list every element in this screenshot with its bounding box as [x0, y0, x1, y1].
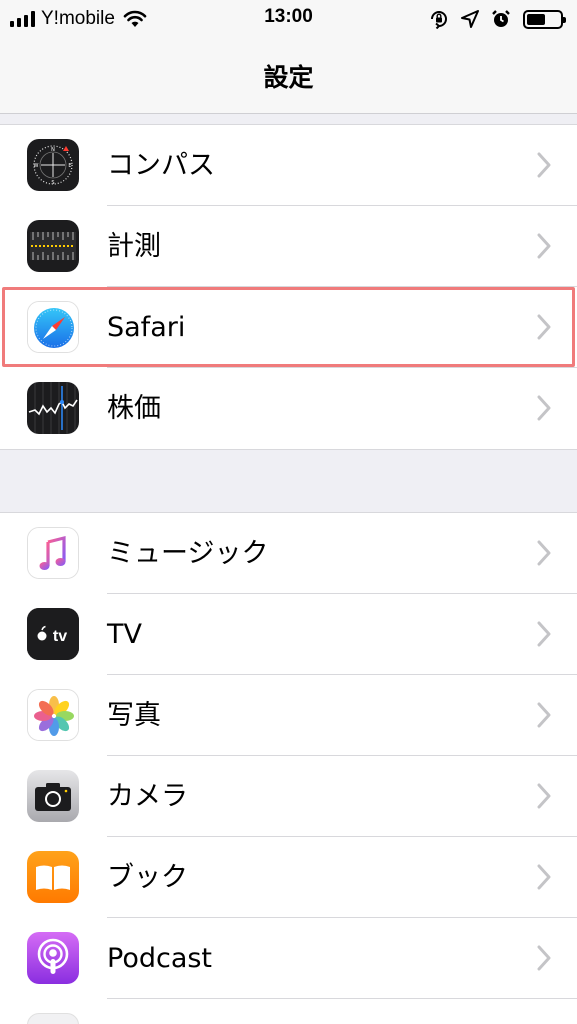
- svg-text:S: S: [51, 180, 54, 186]
- svg-text:E: E: [68, 163, 71, 169]
- settings-row-safari[interactable]: Safari: [0, 287, 577, 368]
- chevron-right-icon: [537, 395, 551, 421]
- settings-group-apps-2: ミュージック tv TV 写真 カメラ ブック Podcast: [0, 512, 577, 1024]
- settings-row-tv[interactable]: tv TV: [0, 594, 577, 675]
- settings-row-photos[interactable]: 写真: [0, 675, 577, 756]
- battery-icon: [523, 9, 566, 29]
- status-right: [429, 8, 566, 30]
- settings-row-label: Safari: [107, 312, 186, 343]
- settings-row-stocks[interactable]: 株価: [0, 368, 577, 449]
- settings-row-measure[interactable]: 計測: [0, 206, 577, 287]
- chevron-right-icon: [537, 702, 551, 728]
- settings-row-label: ブック: [107, 862, 188, 893]
- stocks-icon: [27, 382, 79, 434]
- camera-icon: [27, 770, 79, 822]
- settings-row-label: 計測: [107, 231, 161, 262]
- alarm-icon: [492, 10, 510, 27]
- chevron-right-icon: [537, 864, 551, 890]
- tv-icon-text: tv: [53, 628, 67, 645]
- navigation-bar: 設定: [0, 38, 577, 114]
- orientation-lock-icon: [431, 11, 447, 29]
- page-title: 設定: [263, 63, 314, 92]
- battery-level: [527, 13, 545, 25]
- chevron-right-icon: [537, 152, 551, 178]
- tv-icon: tv: [27, 608, 79, 660]
- safari-icon: [27, 301, 79, 353]
- settings-row-partial[interactable]: [0, 999, 577, 1024]
- compass-icon: N S W E: [27, 139, 79, 191]
- books-icon: [27, 851, 79, 903]
- chevron-right-icon: [537, 783, 551, 809]
- settings-row-music[interactable]: ミュージック: [0, 513, 577, 594]
- settings-row-label: カメラ: [107, 781, 188, 812]
- chevron-right-icon: [537, 540, 551, 566]
- settings-row-label: Podcast: [107, 943, 213, 974]
- chevron-right-icon: [537, 945, 551, 971]
- chevron-right-icon: [537, 314, 551, 340]
- settings-row-podcast[interactable]: Podcast: [0, 918, 577, 999]
- photos-icon: [27, 689, 79, 741]
- settings-row-books[interactable]: ブック: [0, 837, 577, 918]
- measure-icon: [27, 220, 79, 272]
- app-icon-partial: [27, 1013, 79, 1024]
- chevron-right-icon: [537, 621, 551, 647]
- location-arrow-icon: [461, 10, 479, 28]
- settings-row-label: TV: [107, 619, 142, 650]
- chevron-right-icon: [537, 233, 551, 259]
- podcast-icon: [27, 932, 79, 984]
- settings-row-label: 株価: [107, 393, 161, 424]
- settings-row-label: コンパス: [107, 150, 215, 181]
- svg-text:W: W: [34, 163, 39, 169]
- settings-row-camera[interactable]: カメラ: [0, 756, 577, 837]
- settings-row-label: ミュージック: [107, 538, 269, 569]
- settings-group-apps-1: N S W E コンパス 計測 Safari 株価: [0, 124, 577, 450]
- status-bar: Y!mobile 13:00: [0, 0, 577, 38]
- music-icon: [27, 527, 79, 579]
- settings-row-compass[interactable]: N S W E コンパス: [0, 125, 577, 206]
- svg-text:N: N: [51, 147, 55, 153]
- settings-row-label: 写真: [107, 700, 161, 731]
